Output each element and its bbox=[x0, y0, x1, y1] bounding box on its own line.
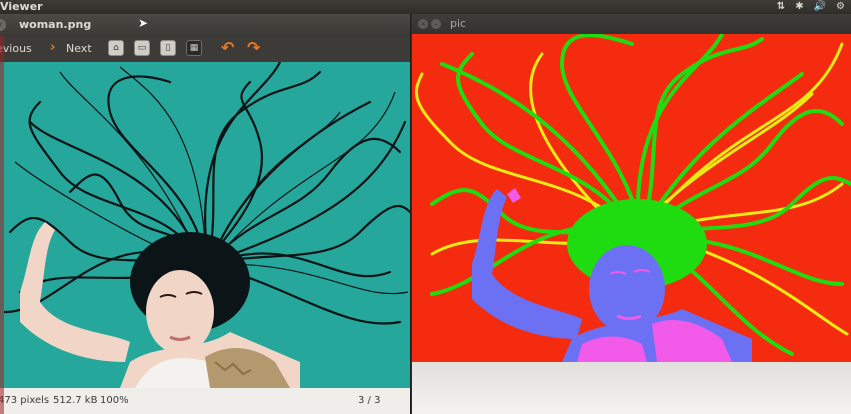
close-icon[interactable]: × bbox=[0, 19, 6, 31]
app-title: Viewer bbox=[0, 0, 43, 13]
bluetooth-icon[interactable]: ✱ bbox=[795, 0, 803, 14]
next-button[interactable]: Next bbox=[66, 42, 92, 55]
minimize-icon[interactable]: – bbox=[431, 19, 441, 29]
window-empty-area bbox=[412, 362, 851, 414]
image-viewer-titlebar[interactable]: × woman.png bbox=[0, 14, 410, 36]
rotate-left-icon[interactable]: ↶ bbox=[221, 38, 234, 57]
close-icon[interactable]: × bbox=[418, 19, 428, 29]
window-title: woman.png bbox=[19, 18, 92, 31]
previous-button[interactable]: evious bbox=[0, 42, 32, 55]
segmented-image[interactable] bbox=[412, 34, 851, 362]
pic-titlebar[interactable]: × – pic bbox=[412, 14, 851, 34]
next-arrow-icon[interactable]: › bbox=[50, 40, 55, 55]
image-dimensions: 473 pixels bbox=[0, 395, 50, 406]
image-canvas[interactable] bbox=[0, 62, 410, 388]
pic-window: × – pic bbox=[412, 14, 851, 414]
zoom-level: 100% bbox=[100, 395, 129, 406]
gallery-icon[interactable]: ▦ bbox=[186, 40, 202, 56]
home-icon[interactable]: ⌂ bbox=[108, 40, 124, 56]
page-indicator: 3 / 3 bbox=[358, 395, 381, 406]
network-arrows-icon[interactable]: ⇅ bbox=[777, 0, 785, 14]
image-viewer-window: × woman.png evious › Next ⌂ ▭ ▯ ▦ ↶ ↷ bbox=[0, 14, 411, 414]
woman-photo bbox=[0, 62, 410, 388]
segmentation-result bbox=[412, 34, 851, 362]
status-bar: 473 pixels 512.7 kB 100% 3 / 3 bbox=[0, 388, 410, 414]
fit-window-icon[interactable]: ▭ bbox=[134, 40, 150, 56]
page-icon[interactable]: ▯ bbox=[160, 40, 176, 56]
system-tray: ⇅ ✱ 🔊 ⚙ bbox=[777, 0, 845, 14]
mouse-cursor-icon: ➤ bbox=[138, 16, 149, 30]
rotate-right-icon[interactable]: ↷ bbox=[247, 38, 260, 57]
viewer-toolbar: evious › Next ⌂ ▭ ▯ ▦ ↶ ↷ bbox=[0, 36, 410, 62]
volume-icon[interactable]: 🔊 bbox=[814, 0, 826, 14]
file-size: 512.7 kB bbox=[53, 395, 98, 406]
settings-gear-icon[interactable]: ⚙ bbox=[836, 0, 845, 14]
background-window-edge bbox=[0, 36, 4, 414]
system-top-bar: Viewer ⇅ ✱ 🔊 ⚙ bbox=[0, 0, 851, 14]
window-title: pic bbox=[450, 17, 467, 30]
